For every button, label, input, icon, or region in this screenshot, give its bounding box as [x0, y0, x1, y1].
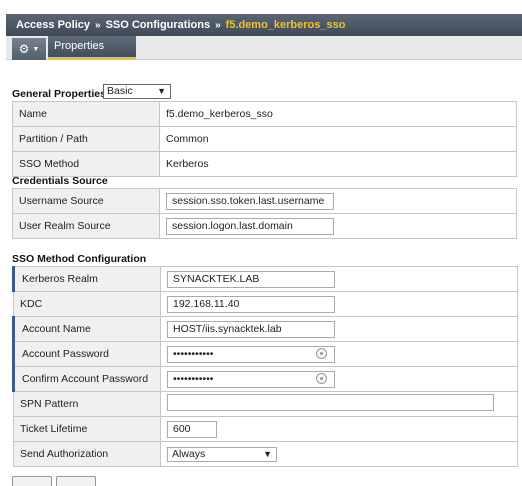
kdc-cell: 192.168.11.40	[160, 291, 518, 317]
table-row: Confirm Account Password •••••••••••	[12, 366, 518, 392]
confirm-password-mask: •••••••••••	[173, 372, 214, 385]
tab-bar: ⚙ ▼ Properties	[6, 36, 522, 60]
username-source-cell: session.sso.token.last.username	[159, 188, 517, 214]
name-value: f5.demo_kerberos_sso	[159, 101, 517, 127]
account-name-cell: HOST/iis.synacktek.lab	[160, 316, 518, 342]
credentials-source-heading: Credentials Source	[12, 175, 108, 187]
table-row: Ticket Lifetime 600	[13, 416, 518, 442]
table-row: Account Password •••••••••••	[12, 341, 518, 367]
general-properties-heading: General Properties:	[12, 88, 110, 100]
table-row: Kerberos Realm SYNACKTEK.LAB	[12, 266, 518, 292]
partition-label: Partition / Path	[12, 126, 160, 152]
update-button[interactable]	[12, 476, 52, 486]
general-properties-table: Name f5.demo_kerberos_sso Partition / Pa…	[12, 101, 517, 177]
kdc-label: KDC	[13, 291, 161, 317]
confirm-account-password-input[interactable]: •••••••••••	[167, 370, 335, 388]
chevron-down-icon: ▼	[32, 45, 40, 53]
account-name-label: Account Name	[12, 316, 161, 342]
ticket-lifetime-cell: 600	[160, 416, 518, 442]
tab-properties[interactable]: Properties	[48, 36, 136, 60]
table-row: Send Authorization Always ▼	[13, 441, 518, 467]
spn-pattern-input[interactable]	[167, 394, 494, 411]
user-realm-source-cell: session.logon.last.domain	[159, 213, 517, 239]
sso-method-configuration-table: Kerberos Realm SYNACKTEK.LAB KDC 192.168…	[12, 266, 518, 467]
table-row: SSO Method Kerberos	[12, 151, 517, 177]
sso-method-label: SSO Method	[12, 151, 160, 177]
spn-pattern-cell	[160, 391, 518, 417]
kdc-input[interactable]: 192.168.11.40	[167, 295, 335, 313]
sso-method-configuration-heading: SSO Method Configuration	[12, 253, 147, 265]
username-source-label: Username Source	[12, 188, 160, 214]
properties-view-value: Basic	[107, 85, 133, 97]
ticket-lifetime-input[interactable]: 600	[167, 420, 217, 438]
confirm-account-password-label: Confirm Account Password	[12, 366, 161, 392]
ticket-lifetime-label: Ticket Lifetime	[13, 416, 161, 442]
user-realm-source-input[interactable]: session.logon.last.domain	[166, 217, 334, 235]
user-realm-source-label: User Realm Source	[12, 213, 160, 239]
send-authorization-value: Always	[172, 447, 206, 460]
send-authorization-label: Send Authorization	[13, 441, 161, 467]
breadcrumb-separator: »	[95, 19, 101, 31]
table-row: User Realm Source session.logon.last.dom…	[12, 213, 517, 239]
account-password-input[interactable]: •••••••••••	[167, 345, 335, 363]
account-password-label: Account Password	[12, 341, 161, 367]
table-row: Name f5.demo_kerberos_sso	[12, 101, 517, 127]
name-label: Name	[12, 101, 160, 127]
table-row: Username Source session.sso.token.last.u…	[12, 188, 517, 214]
credentials-source-table: Username Source session.sso.token.last.u…	[12, 188, 517, 239]
table-row: Account Name HOST/iis.synacktek.lab	[12, 316, 518, 342]
delete-button[interactable]	[56, 476, 96, 486]
gear-icon: ⚙	[18, 42, 30, 56]
kerberos-realm-label: Kerberos Realm	[12, 266, 161, 292]
table-row: KDC 192.168.11.40	[13, 291, 518, 317]
breadcrumb-current: f5.demo_kerberos_sso	[225, 19, 346, 31]
confirm-account-password-cell: •••••••••••	[160, 366, 518, 392]
account-password-mask: •••••••••••	[173, 347, 214, 360]
username-source-input[interactable]: session.sso.token.last.username	[166, 192, 334, 210]
account-name-input[interactable]: HOST/iis.synacktek.lab	[167, 320, 335, 338]
chevron-down-icon: ▼	[263, 448, 272, 459]
breadcrumb-item-sso-configurations[interactable]: SSO Configurations	[106, 19, 211, 31]
kerberos-realm-cell: SYNACKTEK.LAB	[160, 266, 518, 292]
send-authorization-cell: Always ▼	[160, 441, 518, 467]
breadcrumb: Access Policy » SSO Configurations » f5.…	[6, 14, 522, 36]
spn-pattern-label: SPN Pattern	[13, 391, 161, 417]
breadcrumb-item-access-policy[interactable]: Access Policy	[16, 19, 90, 31]
send-authorization-select[interactable]: Always ▼	[167, 446, 277, 462]
table-row: SPN Pattern	[13, 391, 518, 417]
breadcrumb-separator: »	[215, 19, 221, 31]
account-password-cell: •••••••••••	[160, 341, 518, 367]
password-reveal-icon[interactable]	[316, 372, 327, 384]
sso-method-value: Kerberos	[159, 151, 517, 177]
properties-view-select[interactable]: Basic ▼	[103, 84, 171, 99]
gear-menu-button[interactable]: ⚙ ▼	[12, 38, 46, 60]
table-row: Partition / Path Common	[12, 126, 517, 152]
chevron-down-icon: ▼	[157, 86, 166, 96]
password-reveal-icon[interactable]	[316, 347, 327, 359]
kerberos-realm-input[interactable]: SYNACKTEK.LAB	[167, 270, 335, 288]
partition-value: Common	[159, 126, 517, 152]
